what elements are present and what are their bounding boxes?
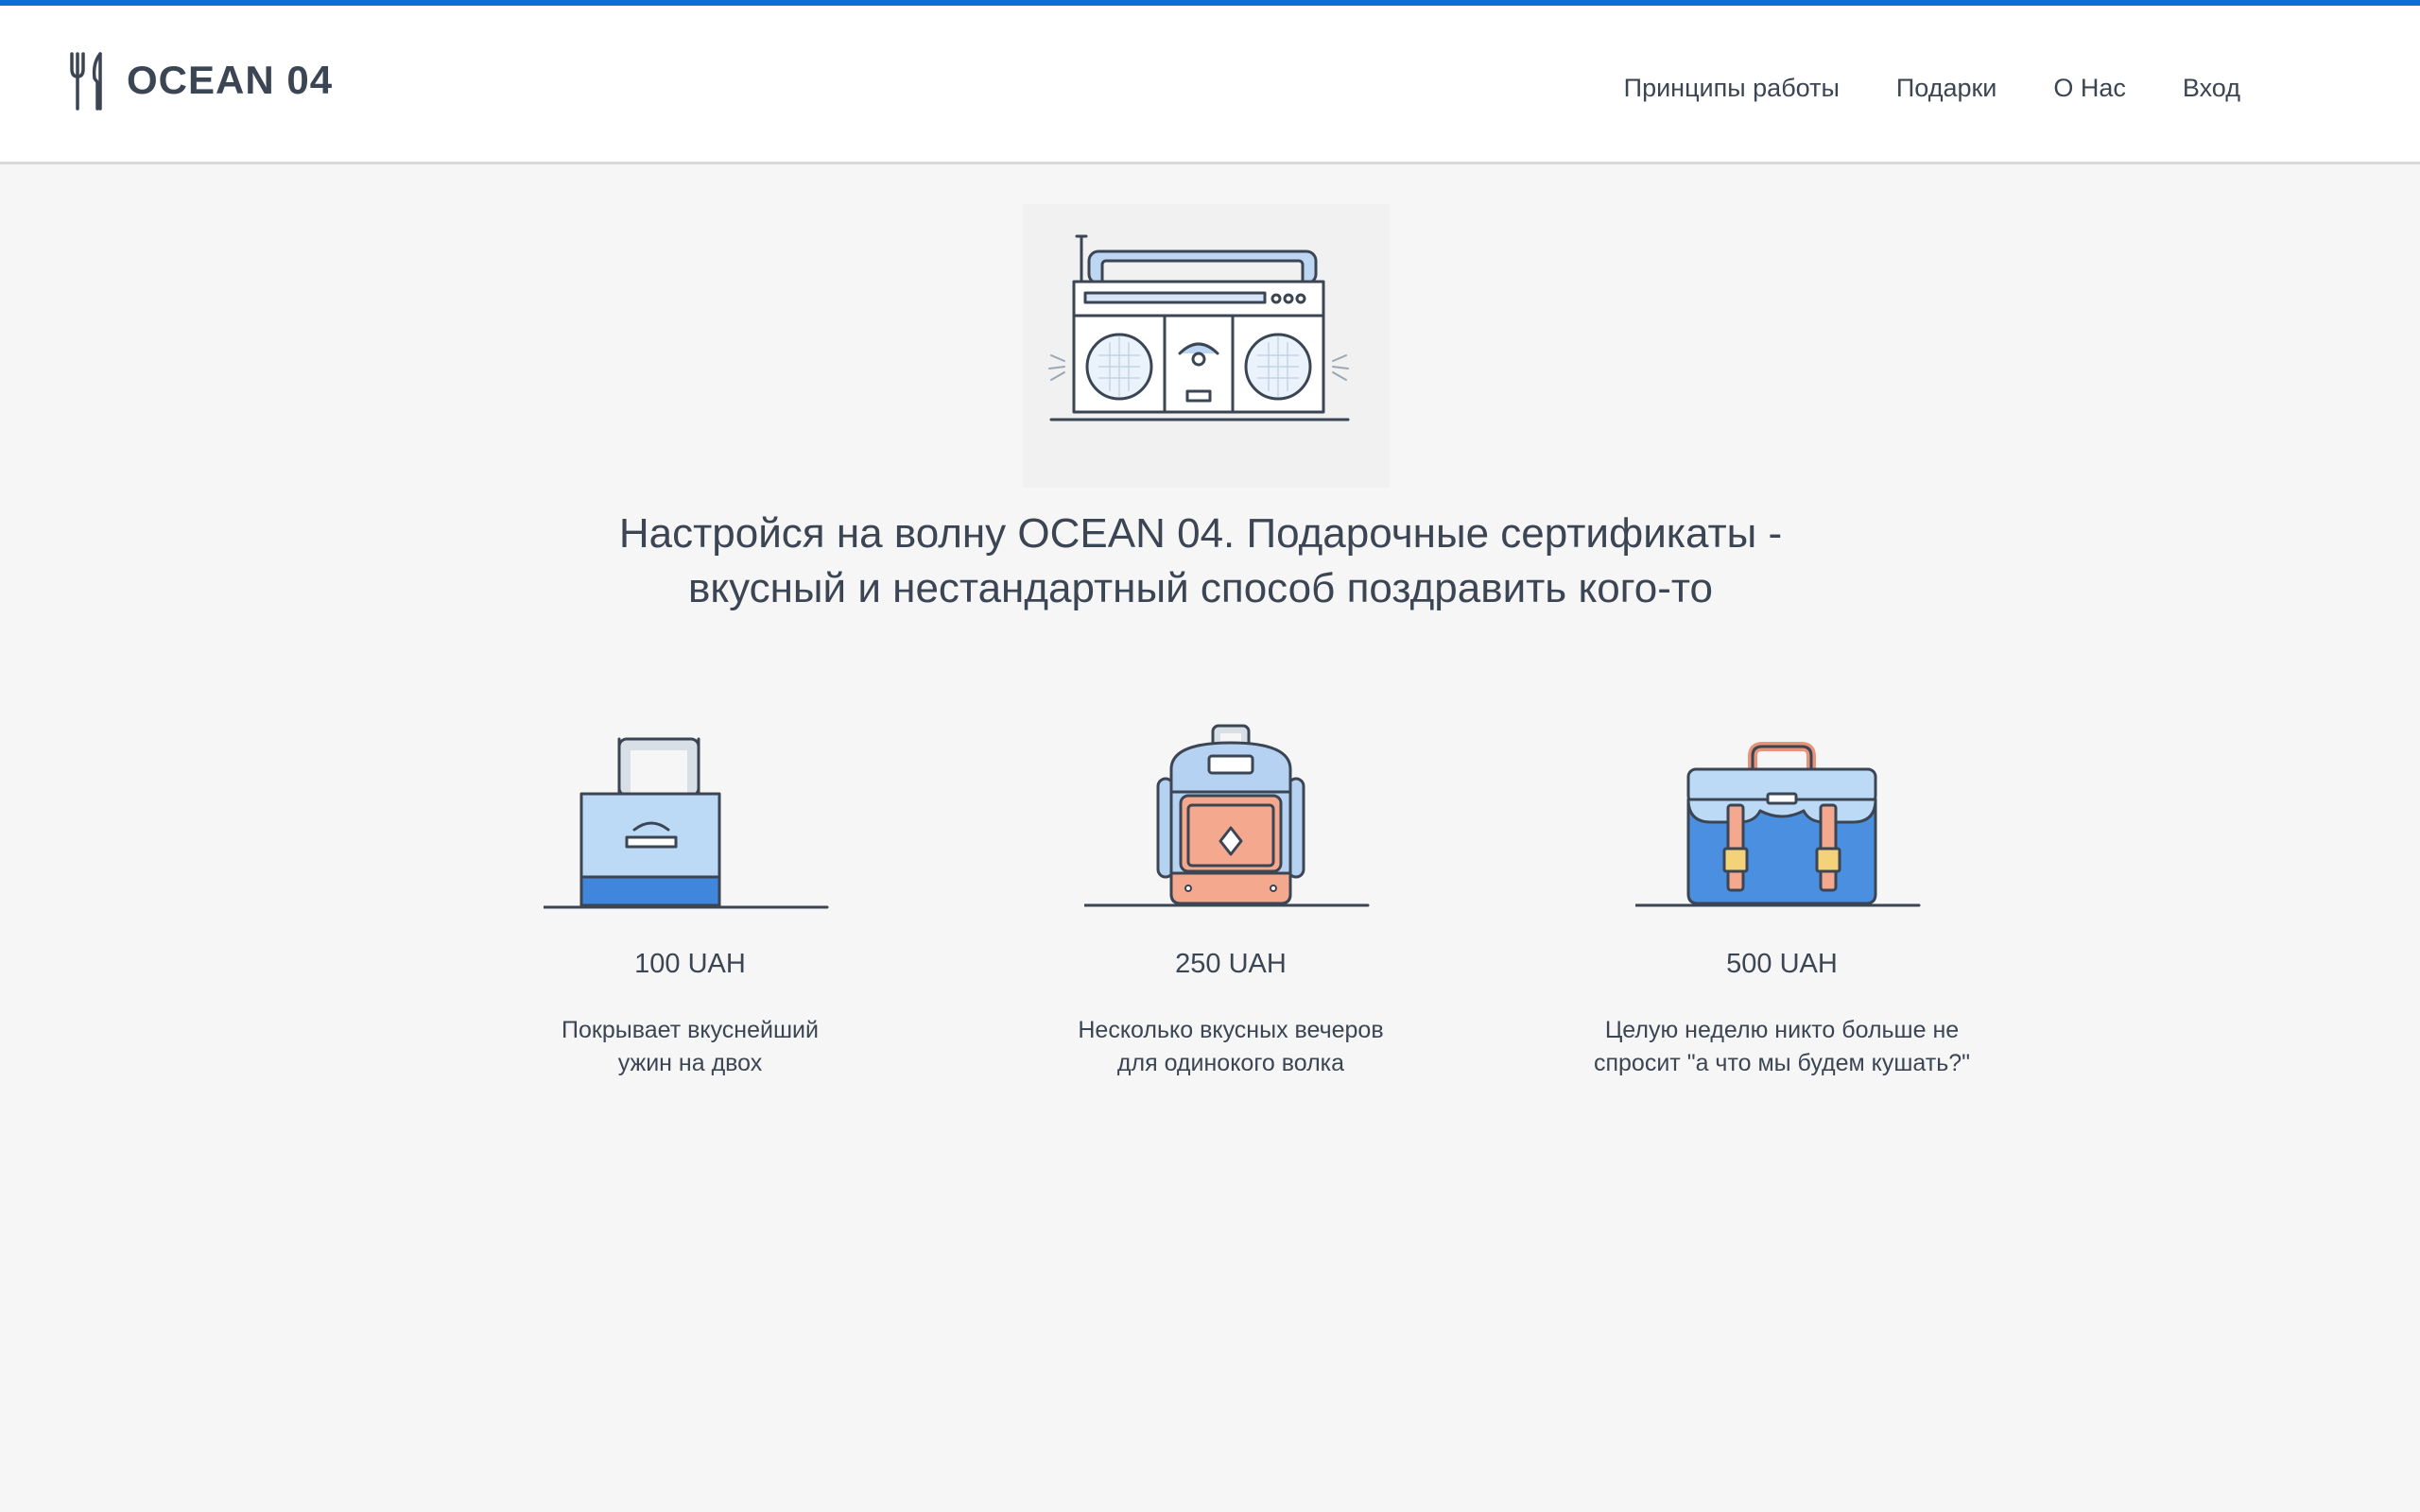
offer-description-line-2: спросит "а что мы будем кушать?"	[1593, 1050, 1971, 1076]
nav-item-about[interactable]: О Нас	[2053, 74, 2126, 103]
fork-knife-icon	[70, 52, 102, 111]
offer-description-line-1: Покрывает вкуснейший	[562, 1017, 819, 1043]
offer-card-250[interactable]: 250 UAH Несколько вкусных вечеров для од…	[1023, 718, 1439, 1080]
offer-price: 250 UAH	[1175, 949, 1287, 979]
offer-description-line-1: Целую неделю никто больше не	[1604, 1017, 1960, 1043]
offer-card-100[interactable]: 100 UAH Покрывает вкуснейший ужин на дво…	[482, 718, 898, 1080]
backpack-icon	[1084, 724, 1370, 907]
hero-headline: Настройся на волну OCEAN 04. Подарочные …	[454, 507, 1947, 616]
nav-item-login[interactable]: Вход	[2183, 74, 2240, 103]
site-header: OCEAN 04 Принципы работы Подарки О Нас В…	[0, 6, 2420, 164]
offer-description: Целую неделю никто больше не спросит "а …	[1574, 1014, 1990, 1080]
nav-item-how-it-works[interactable]: Принципы работы	[1624, 74, 1840, 103]
offer-description: Покрывает вкуснейший ужин на двох	[482, 1014, 898, 1080]
offer-description: Несколько вкусных вечеров для одинокого …	[1023, 1014, 1439, 1080]
offer-description-line-2: ужин на двох	[617, 1050, 763, 1076]
logo-link[interactable]: OCEAN 04	[68, 49, 333, 112]
offer-price: 100 UAH	[634, 949, 746, 979]
briefcase-icon	[1635, 742, 1921, 907]
offer-card-500[interactable]: 500 UAH Целую неделю никто больше не спр…	[1574, 718, 1990, 1080]
headline-line-1: Настройся на волну OCEAN 04. Подарочные …	[618, 510, 1783, 557]
main-nav: Принципы работы Подарки О Нас Вход	[1624, 74, 2240, 103]
offer-price: 500 UAH	[1726, 949, 1838, 979]
headline-line-2: вкусный и нестандартный способ поздравит…	[688, 565, 1713, 611]
tote-bag-icon	[544, 737, 829, 909]
offer-description-line-1: Несколько вкусных вечеров	[1078, 1017, 1384, 1043]
offer-description-line-2: для одинокого волка	[1116, 1050, 1345, 1076]
hero-illustration	[1023, 204, 1390, 488]
boombox-icon	[1048, 234, 1350, 421]
brand-name: OCEAN 04	[127, 58, 334, 102]
nav-item-gifts[interactable]: Подарки	[1896, 74, 1997, 103]
